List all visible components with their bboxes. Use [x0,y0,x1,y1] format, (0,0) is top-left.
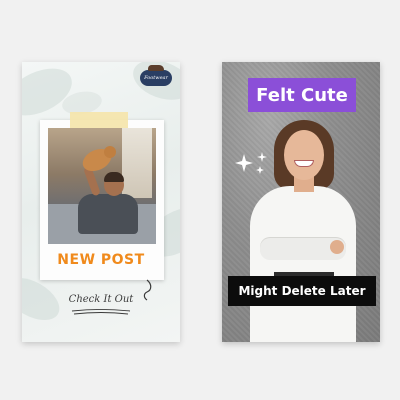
cta-text: Check It Out [68,294,134,305]
brand-logo: Footwear [140,65,172,86]
underline-scribble [71,309,131,315]
window [122,128,152,198]
man-body [78,194,138,234]
man-with-cat-photo [48,128,156,244]
woman-hand [330,240,344,254]
template-gallery: Footwear NEW POST Check It Out Felt Cute… [0,0,400,400]
headline-text: NEW POST [57,252,145,268]
sparkle-icon [235,152,267,174]
tape-decoration [70,112,128,128]
brand-logo-text: Footwear [144,75,168,81]
story-template-felt-cute[interactable]: Felt Cute Might Delete Later [222,62,380,342]
might-delete-label: Might Delete Later [228,276,376,306]
shoe-icon [148,65,164,71]
man-hair [104,172,124,182]
woman-face [284,130,324,180]
felt-cute-label: Felt Cute [248,78,356,112]
cat-head [104,146,116,158]
woman-shirt [250,186,356,342]
story-template-new-post[interactable]: Footwear NEW POST Check It Out [22,62,180,342]
